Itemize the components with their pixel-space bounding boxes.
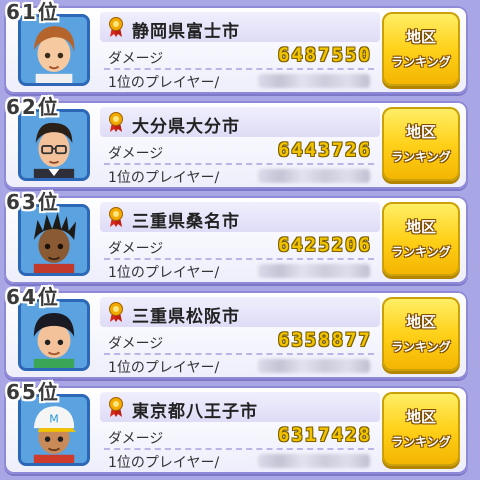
damage-value: 6443726 xyxy=(277,139,372,161)
ribbon-badge-icon xyxy=(109,112,123,132)
blurred-player-name xyxy=(258,359,370,373)
blurred-player-name xyxy=(258,74,370,88)
district-ranking-button-label-bottom: ランキング xyxy=(391,435,451,449)
city-name-bar: 大分県大分市 xyxy=(100,107,380,137)
district-ranking-button[interactable]: 地区 ランキング xyxy=(382,12,460,86)
city-name-bar: 東京都八王子市 xyxy=(100,392,380,422)
district-ranking-button-label-top: 地区 xyxy=(405,408,436,426)
ranking-row: 63位 三重県桑名市 ダメージ 6425206 1位のプレイヤー/ 地区 ランキ… xyxy=(4,190,468,284)
ribbon-badge-icon xyxy=(109,17,123,37)
top-player-label: 1位のプレイヤー/ xyxy=(108,170,220,186)
city-name-bar: 静岡県富士市 xyxy=(100,12,380,42)
ribbon-badge-icon xyxy=(109,397,123,417)
ranking-row: 61位 静岡県富士市 ダメージ 6487550 1位のプレイヤー/ 地区 ランキ… xyxy=(4,0,468,94)
row-divider xyxy=(104,258,374,260)
district-ranking-button[interactable]: 地区 ランキング xyxy=(382,107,460,181)
district-ranking-button-label-bottom: ランキング xyxy=(391,340,451,354)
city-name: 三重県桑名市 xyxy=(132,212,240,232)
rank-number: 62位 xyxy=(6,95,60,119)
district-ranking-button-label-bottom: ランキング xyxy=(391,150,451,164)
top-player-label: 1位のプレイヤー/ xyxy=(108,265,220,281)
ranking-list: 61位 静岡県富士市 ダメージ 6487550 1位のプレイヤー/ 地区 ランキ… xyxy=(0,0,480,480)
damage-label: ダメージ xyxy=(108,241,164,257)
damage-value: 6317428 xyxy=(277,424,372,446)
rank-number: 64位 xyxy=(6,285,60,309)
ranking-row: 64位 三重県松阪市 ダメージ 6358877 1位のプレイヤー/ 地区 ランキ… xyxy=(4,285,468,379)
row-divider xyxy=(104,448,374,450)
rank-number: 61位 xyxy=(6,0,60,24)
top-player-label: 1位のプレイヤー/ xyxy=(108,455,220,471)
damage-label: ダメージ xyxy=(108,51,164,67)
district-ranking-button-label-bottom: ランキング xyxy=(391,55,451,69)
district-ranking-button-label-top: 地区 xyxy=(405,218,436,236)
city-name: 三重県松阪市 xyxy=(132,307,240,327)
district-ranking-button-label-top: 地区 xyxy=(405,123,436,141)
district-ranking-button[interactable]: 地区 ランキング xyxy=(382,202,460,276)
ribbon-badge-icon xyxy=(109,302,123,322)
city-name: 東京都八王子市 xyxy=(132,402,258,422)
blurred-player-name xyxy=(258,264,370,278)
ranking-row: 62位 大分県大分市 ダメージ 6443726 1位のプレイヤー/ 地区 ランキ… xyxy=(4,95,468,189)
damage-label: ダメージ xyxy=(108,146,164,162)
district-ranking-button-label-top: 地区 xyxy=(405,313,436,331)
row-divider xyxy=(104,163,374,165)
ribbon-badge-icon xyxy=(109,207,123,227)
damage-label: ダメージ xyxy=(108,336,164,352)
damage-label: ダメージ xyxy=(108,431,164,447)
top-player-label: 1位のプレイヤー/ xyxy=(108,360,220,376)
blurred-player-name xyxy=(258,169,370,183)
blurred-player-name xyxy=(258,454,370,468)
city-name: 大分県大分市 xyxy=(132,117,240,137)
damage-value: 6425206 xyxy=(277,234,372,256)
city-name-bar: 三重県松阪市 xyxy=(100,297,380,327)
district-ranking-button-label-top: 地区 xyxy=(405,28,436,46)
district-ranking-button[interactable]: 地区 ランキング xyxy=(382,297,460,371)
damage-value: 6487550 xyxy=(277,44,372,66)
rank-number: 63位 xyxy=(6,190,60,214)
district-ranking-button[interactable]: 地区 ランキング xyxy=(382,392,460,466)
damage-value: 6358877 xyxy=(277,329,372,351)
top-player-label: 1位のプレイヤー/ xyxy=(108,75,220,91)
district-ranking-button-label-bottom: ランキング xyxy=(391,245,451,259)
ranking-row: 65位 M 東京都八王子市 ダメージ 6317428 1位のプレイヤー/ 地区 … xyxy=(4,380,468,474)
row-divider xyxy=(104,68,374,70)
city-name: 静岡県富士市 xyxy=(132,22,240,42)
svg-text:M: M xyxy=(49,413,59,426)
rank-number: 65位 xyxy=(6,380,60,404)
row-divider xyxy=(104,353,374,355)
city-name-bar: 三重県桑名市 xyxy=(100,202,380,232)
